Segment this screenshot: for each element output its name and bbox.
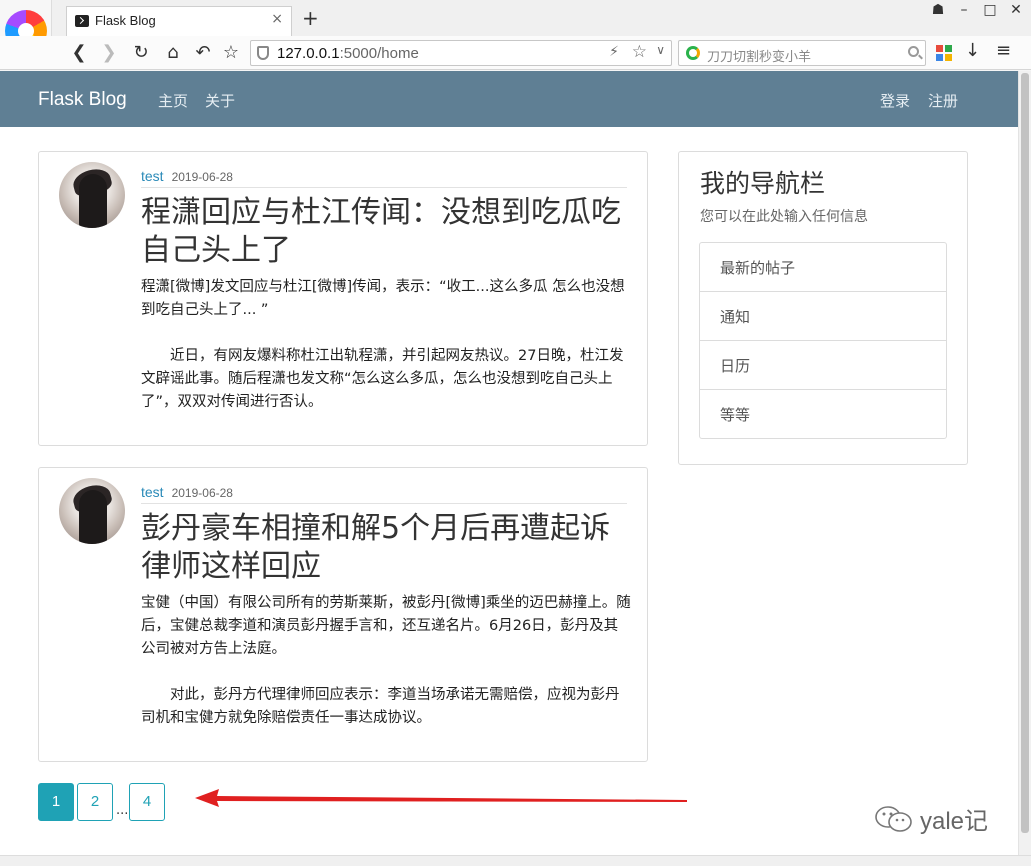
sidebar-item-etc[interactable]: 等等	[700, 390, 946, 438]
post-date: 2019-06-28	[171, 486, 233, 500]
window-controls: ☗ – □ ✕	[931, 2, 1023, 18]
page-button-4[interactable]: 4	[129, 783, 165, 821]
status-bar	[0, 855, 1031, 866]
post-paragraph: 宝健（中国）有限公司所有的劳斯莱斯，被彭丹[微博]乘坐的迈巴赫撞上。随后，宝健总…	[141, 595, 631, 657]
nav-link-register[interactable]: 注册	[928, 90, 958, 111]
address-bar[interactable]: 127.0.0.1:5000/home ⚡ ☆ ∨	[250, 40, 672, 66]
chevron-down-icon[interactable]: ∨	[656, 43, 665, 57]
search-bar[interactable]: 刀刀切割秒变小羊	[678, 40, 926, 66]
shield-icon	[257, 46, 269, 60]
back-icon[interactable]: ❮	[66, 40, 92, 66]
forward-icon[interactable]: ❯	[96, 40, 122, 66]
apps-grid-icon[interactable]	[936, 45, 952, 61]
site-navbar: Flask Blog 主页 关于 登录 注册	[0, 71, 1018, 127]
minimize-button[interactable]: –	[957, 2, 971, 18]
annotation-arrow-icon	[195, 789, 687, 807]
sidebar-item-notifications[interactable]: 通知	[700, 292, 946, 341]
page-scrollbar[interactable]	[1018, 71, 1031, 855]
tab-close-icon[interactable]: ×	[271, 11, 283, 27]
tab-title: Flask Blog	[95, 13, 156, 28]
post-card: test 2019-06-28 彭丹豪车相撞和解5个月后再遭起诉 律师这样回应 宝…	[38, 467, 648, 762]
post-author-link[interactable]: test	[141, 484, 164, 500]
browser-window: Flask Blog × + ☗ – □ ✕ ❮ ❯ ↻ ⌂ ↶ ☆ 127.0…	[0, 0, 1031, 866]
nav-link-home[interactable]: 主页	[158, 90, 188, 111]
reload-icon[interactable]: ↻	[128, 40, 154, 66]
skin-icon[interactable]: ☗	[931, 2, 945, 18]
sidebar: 我的导航栏 您可以在此处输入任何信息 最新的帖子 通知 日历 等等	[678, 151, 968, 465]
web-page: Flask Blog 主页 关于 登录 注册 test 2019-06-28 程潇…	[0, 71, 1018, 855]
post-paragraph: 程潇[微博]发文回应与杜江[微博]传闻，表示：“收工...这么多瓜 怎么也没想到…	[141, 279, 625, 318]
close-window-button[interactable]: ✕	[1009, 2, 1023, 18]
page-button-1[interactable]: 1	[38, 783, 74, 821]
lightning-icon[interactable]: ⚡	[609, 44, 619, 60]
watermark-text: yale记	[920, 808, 989, 835]
nav-link-login[interactable]: 登录	[880, 90, 910, 111]
post-paragraph: 近日，有网友爆料称杜江出轨程潇，并引起网友热议。27日晚，杜江发文辟谣此事。随后…	[141, 348, 624, 410]
site-brand[interactable]: Flask Blog	[38, 89, 127, 111]
search-input[interactable]: 刀刀切割秒变小羊	[707, 46, 811, 65]
sidebar-list: 最新的帖子 通知 日历 等等	[699, 242, 947, 439]
page-button-2[interactable]: 2	[77, 783, 113, 821]
sidebar-item-latest-posts[interactable]: 最新的帖子	[700, 243, 946, 292]
post-meta: test 2019-06-28	[141, 166, 627, 188]
avatar	[59, 478, 125, 544]
title-bar: Flask Blog × + ☗ – □ ✕	[0, 0, 1031, 62]
post-paragraph: 对此，彭丹方代理律师回应表示：李道当场承诺无需赔偿，应视为彭丹司机和宝健方就免除…	[141, 687, 620, 726]
undo-icon[interactable]: ↶	[190, 40, 216, 66]
post-card: test 2019-06-28 程潇回应与杜江传闻：没想到吃瓜吃自己头上了 程潇[…	[38, 151, 648, 446]
post-author-link[interactable]: test	[141, 168, 164, 184]
maximize-button[interactable]: □	[983, 2, 997, 18]
avatar	[59, 162, 125, 228]
post-date: 2019-06-28	[171, 170, 233, 184]
nav-link-about[interactable]: 关于	[205, 90, 235, 111]
search-engine-icon	[686, 46, 700, 60]
sidebar-item-calendar[interactable]: 日历	[700, 341, 946, 390]
browser-tab[interactable]: Flask Blog ×	[66, 6, 292, 36]
post-meta: test 2019-06-28	[141, 482, 627, 504]
post-content: 程潇[微博]发文回应与杜江[微博]传闻，表示：“收工...这么多瓜 怎么也没想到…	[141, 276, 631, 437]
bookmark-star-icon[interactable]: ☆	[218, 40, 244, 66]
download-icon[interactable]: ↓	[965, 40, 980, 61]
post-title[interactable]: 彭丹豪车相撞和解5个月后再遭起诉 律师这样回应	[141, 510, 631, 586]
scroll-thumb[interactable]	[1021, 73, 1029, 833]
wechat-icon	[875, 806, 912, 832]
menu-icon[interactable]: ≡	[996, 40, 1011, 61]
favorite-star-icon[interactable]: ☆	[632, 42, 647, 62]
search-icon[interactable]	[908, 46, 919, 57]
sidebar-title: 我的导航栏	[700, 169, 826, 198]
pagination-ellipsis: ...	[116, 803, 129, 818]
post-content: 宝健（中国）有限公司所有的劳斯莱斯，被彭丹[微博]乘坐的迈巴赫撞上。随后，宝健总…	[141, 592, 631, 753]
url-text[interactable]: 127.0.0.1:5000/home	[277, 45, 419, 62]
post-title[interactable]: 程潇回应与杜江传闻：没想到吃瓜吃自己头上了	[141, 194, 631, 270]
terminal-icon	[75, 15, 89, 27]
sidebar-subtitle: 您可以在此处输入任何信息	[700, 209, 868, 225]
new-tab-button[interactable]: +	[302, 6, 319, 30]
home-icon[interactable]: ⌂	[160, 40, 186, 66]
browser-toolbar: ❮ ❯ ↻ ⌂ ↶ ☆ 127.0.0.1:5000/home ⚡ ☆ ∨ 刀刀…	[0, 36, 1031, 70]
